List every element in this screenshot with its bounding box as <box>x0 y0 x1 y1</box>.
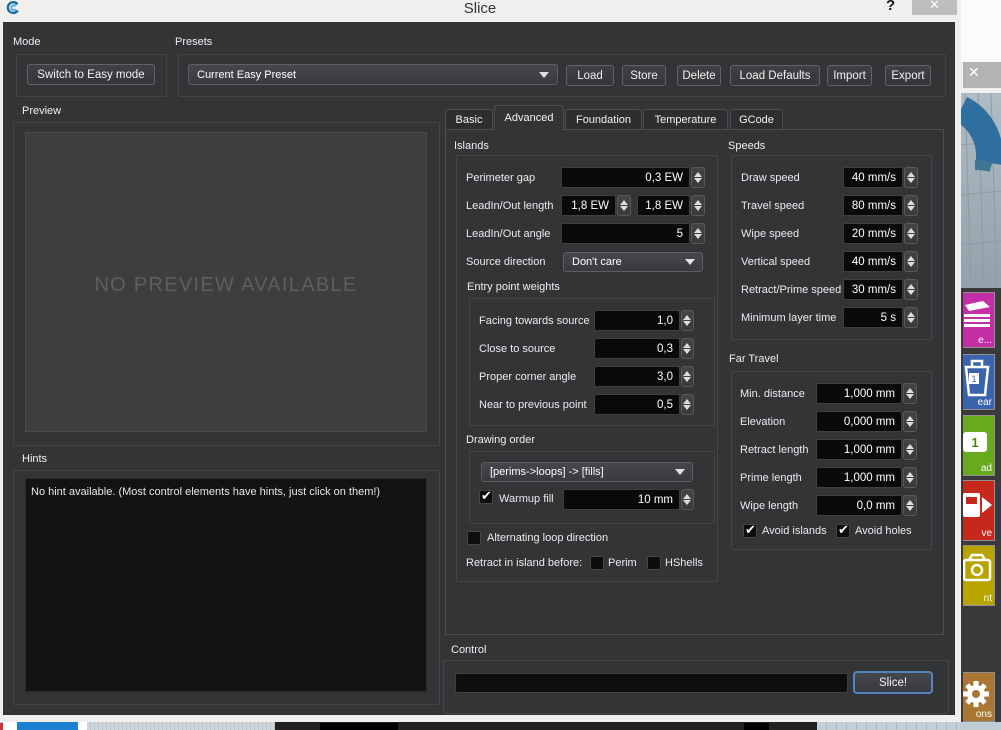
svg-text:1: 1 <box>971 374 976 384</box>
svg-text:1: 1 <box>971 435 978 450</box>
